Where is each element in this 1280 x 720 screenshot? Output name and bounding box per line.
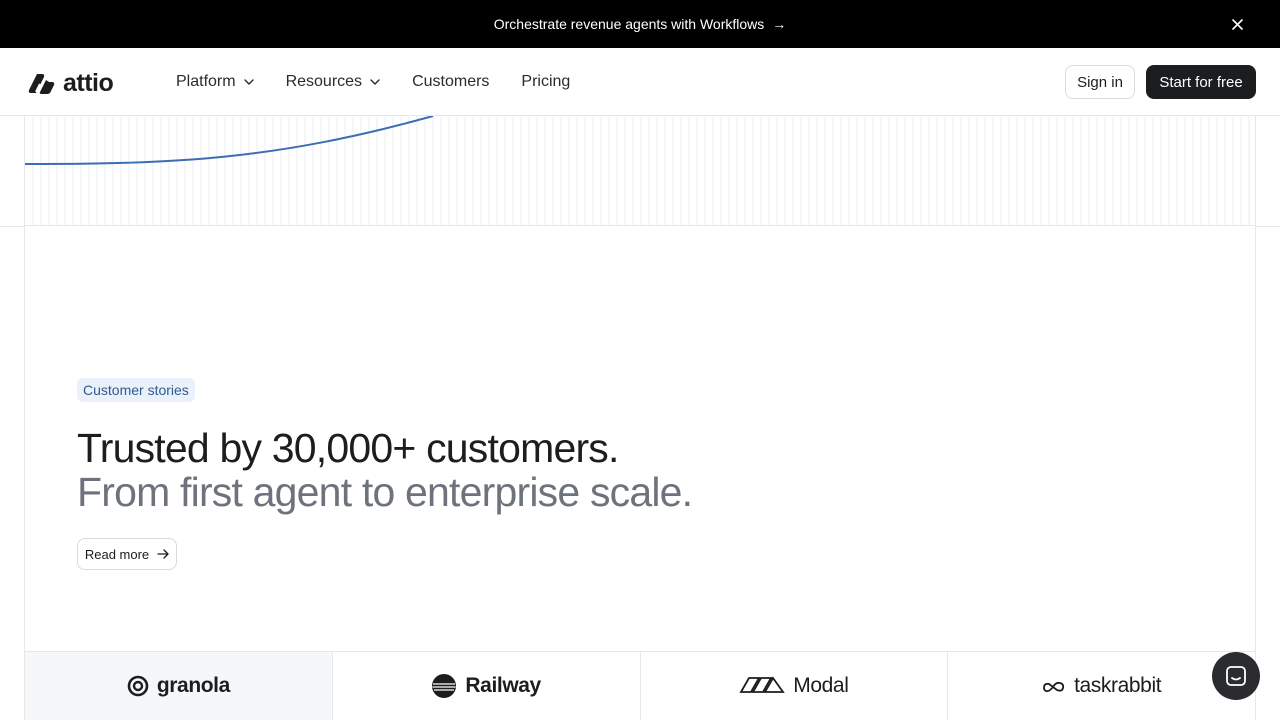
nav-item-resources[interactable]: Resources [286,73,380,91]
nav-item-label: Customers [412,73,490,90]
logo-text: taskrabbit [1074,674,1162,697]
close-icon[interactable] [1228,15,1246,33]
railway-logo-icon [432,674,457,698]
chevron-down-icon [243,79,254,85]
start-for-free-button[interactable]: Start for free [1146,65,1256,99]
nav-item-label: Pricing [521,73,571,90]
nav-item-label: Platform [176,73,236,90]
logo-cell-granola[interactable]: granola [25,652,333,720]
taskrabbit-logo-icon [1043,681,1065,693]
customer-stories-section: Customer stories Trusted by 30,000+ cust… [24,226,1256,651]
nav-item-customers[interactable]: Customers [412,73,489,91]
logo-cell-modal[interactable]: Modal [641,652,949,720]
attio-mark-icon [28,73,55,94]
section-headline: Trusted by 30,000+ customers. [77,425,619,471]
arrow-right-icon: → [772,16,787,32]
section-badge: Customer stories [77,378,195,402]
granola-logo-icon [127,675,149,697]
logo-cell-railway[interactable]: Railway [333,652,641,720]
customer-logos: granola Railway Modal taskrabbit [24,651,1256,720]
announcement-bar[interactable]: Orchestrate revenue agents with Workflow… [0,0,1280,48]
arrow-right-icon [157,549,169,559]
nav-item-label: Resources [285,73,363,90]
growth-curve [25,116,434,165]
sign-in-button[interactable]: Sign in [1065,65,1135,99]
logo-cell-taskrabbit[interactable]: taskrabbit [948,652,1255,720]
nav-menu: Platform Resources Customers Pricing [176,48,570,116]
divider [1256,226,1280,227]
divider [0,226,24,227]
nav-item-pricing[interactable]: Pricing [521,73,570,91]
decorative-graph [25,116,1250,225]
section-subheadline: From first agent to enterprise scale. [77,469,693,515]
attio-logo[interactable]: attio [27,69,114,98]
read-more-label: Read more [84,546,150,562]
logo-wordmark: attio [63,69,114,97]
read-more-button[interactable]: Read more [77,538,177,570]
logo-text: granola [156,674,230,697]
modal-logo-icon [739,676,786,693]
chevron-down-icon [370,79,380,85]
chat-icon [1226,666,1246,686]
main-nav: attio Platform Resources Customers Prici… [0,48,1280,116]
decorative-chart-band [24,116,1256,226]
nav-item-platform[interactable]: Platform [176,73,254,91]
announcement-text[interactable]: Orchestrate revenue agents with Workflow… [494,16,765,32]
chat-launcher-button[interactable] [1212,652,1260,700]
logo-text: Railway [465,674,541,697]
logo-text: Modal [793,674,849,697]
